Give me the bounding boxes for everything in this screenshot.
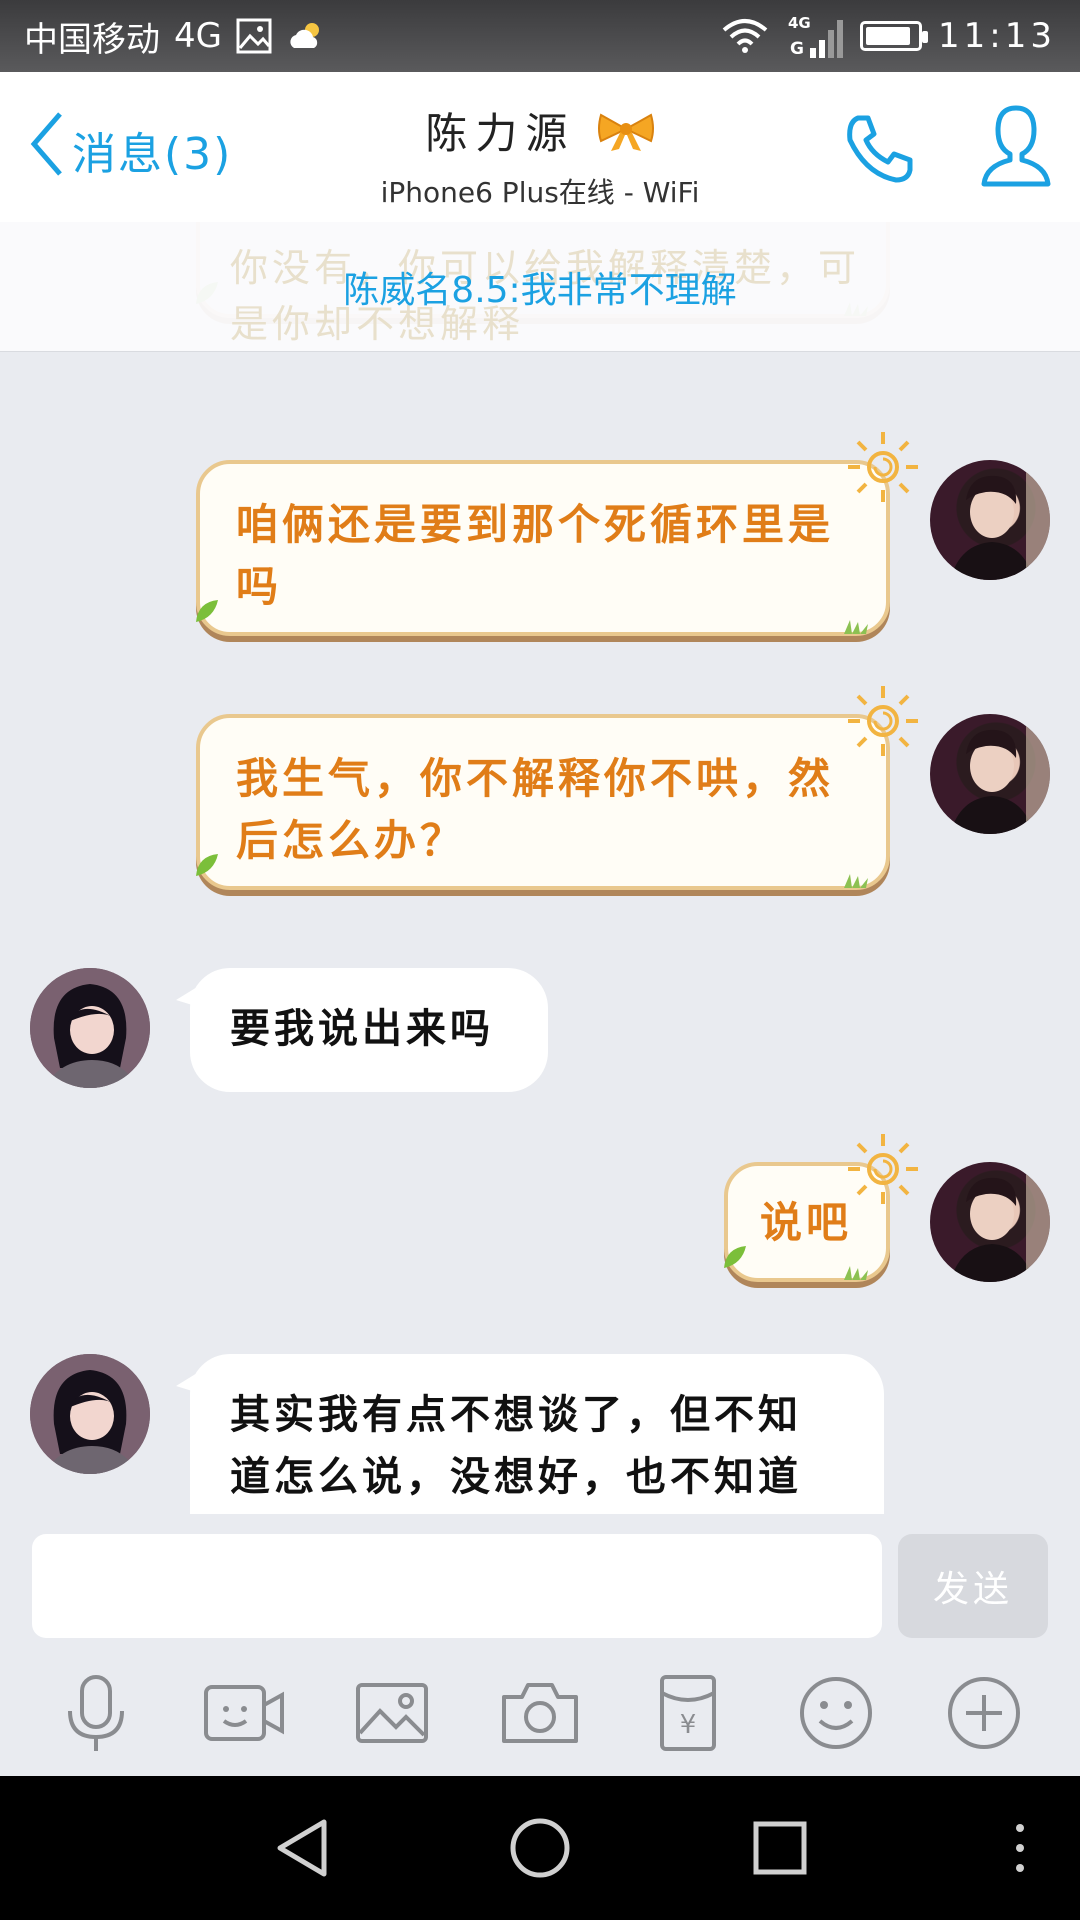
gallery-notification-icon bbox=[236, 18, 272, 54]
phone-call-button[interactable] bbox=[842, 112, 916, 186]
emoji-icon bbox=[800, 1677, 872, 1749]
system-nav-bar bbox=[0, 1776, 1080, 1920]
weather-icon bbox=[286, 18, 326, 54]
nav-home-button[interactable] bbox=[504, 1812, 576, 1884]
network-label: 4G bbox=[174, 16, 222, 56]
title-area[interactable]: 陈力源 iPhone6 Plus在线 - WiFi bbox=[290, 100, 790, 211]
nav-recents-button[interactable] bbox=[744, 1812, 816, 1884]
message-text: 我生气，你不解释你不哄，然后怎么办？ bbox=[236, 754, 835, 865]
carrier-label: 中国移动 bbox=[24, 19, 160, 60]
status-left: 中国移动 4G bbox=[24, 12, 326, 61]
message-bubble-outgoing[interactable]: 咱俩还是要到那个死循环里是吗 bbox=[196, 432, 918, 636]
grass-decoration-icon bbox=[844, 1266, 868, 1280]
banner-text: 陈威名8.5:我非常不理解 bbox=[343, 269, 737, 311]
wifi-icon bbox=[720, 18, 770, 54]
battery-icon bbox=[860, 21, 929, 51]
leaf-decoration-icon bbox=[196, 854, 218, 876]
chat-header: 消息(3) 陈力源 iPhone6 Plus在线 - WiFi bbox=[0, 72, 1080, 222]
avatar-self[interactable] bbox=[30, 1354, 150, 1474]
contact-title: 陈力源 bbox=[290, 100, 790, 163]
svg-text:G: G bbox=[790, 39, 804, 59]
nav-more-button[interactable] bbox=[1000, 1812, 1072, 1884]
avatar-contact[interactable] bbox=[930, 714, 1050, 834]
bow-icon bbox=[597, 111, 655, 163]
voice-button[interactable] bbox=[51, 1668, 141, 1758]
chat-toolbar: ¥ bbox=[0, 1650, 1080, 1776]
leaf-decoration-icon bbox=[196, 600, 218, 622]
more-functions-button[interactable] bbox=[939, 1668, 1029, 1758]
microphone-icon bbox=[68, 1675, 124, 1751]
emoji-button[interactable] bbox=[791, 1668, 881, 1758]
message-bubble-outgoing[interactable]: 说吧 bbox=[724, 1134, 918, 1282]
message-text: 要我说出来吗 bbox=[230, 1006, 494, 1052]
recents-square-icon bbox=[753, 1821, 807, 1875]
video-call-button[interactable] bbox=[199, 1668, 289, 1758]
status-bar: 中国移动 4G 4G G 11:13 bbox=[0, 0, 1080, 72]
image-icon bbox=[356, 1683, 428, 1743]
send-button[interactable]: 发送 bbox=[898, 1534, 1048, 1638]
message-text: 咱俩还是要到那个死循环里是吗 bbox=[236, 500, 835, 611]
nav-back-button[interactable] bbox=[266, 1812, 338, 1884]
red-packet-icon: ¥ bbox=[660, 1675, 716, 1751]
red-packet-button[interactable]: ¥ bbox=[643, 1668, 733, 1758]
message-text: 说吧 bbox=[760, 1198, 853, 1247]
cell-signal-icon: 4G G bbox=[786, 12, 844, 60]
avatar-contact[interactable] bbox=[930, 460, 1050, 580]
svg-text:¥: ¥ bbox=[680, 1710, 697, 1740]
status-right: 4G G 11:13 bbox=[720, 12, 1056, 60]
home-circle-icon bbox=[510, 1818, 570, 1878]
chevron-left-icon bbox=[30, 112, 64, 187]
camera-button[interactable] bbox=[495, 1668, 585, 1758]
more-dots-icon bbox=[1016, 1824, 1024, 1872]
device-status: iPhone6 Plus在线 - WiFi bbox=[380, 175, 700, 209]
profile-button[interactable] bbox=[980, 104, 1052, 188]
camera-icon bbox=[502, 1683, 578, 1743]
message-input[interactable] bbox=[32, 1534, 882, 1638]
sun-decoration-icon bbox=[848, 686, 918, 756]
add-icon bbox=[948, 1677, 1020, 1749]
avatar-self[interactable] bbox=[30, 968, 150, 1088]
grass-decoration-icon bbox=[844, 620, 868, 634]
leaf-decoration-icon bbox=[724, 1246, 746, 1268]
phone-icon bbox=[847, 115, 913, 183]
message-bubble-incoming[interactable]: 要我说出来吗 bbox=[176, 968, 548, 1092]
back-triangle-icon bbox=[277, 1819, 327, 1877]
profile-icon bbox=[981, 105, 1051, 187]
contact-name: 陈力源 bbox=[425, 109, 576, 158]
avatar-contact[interactable] bbox=[930, 1162, 1050, 1282]
chat-area[interactable]: 咱俩还是要到那个死循环里是吗 我生气，你不解释你不哄，然后怎么办？ 要我说出来吗… bbox=[0, 222, 1080, 1514]
input-bar: 发送 bbox=[0, 1514, 1080, 1650]
message-text: 其实我有点不想谈了，但不知道怎么说，没想好，也不知道 bbox=[230, 1392, 802, 1500]
grass-decoration-icon bbox=[844, 874, 868, 888]
clock: 11:13 bbox=[938, 16, 1056, 56]
sun-decoration-icon bbox=[848, 432, 918, 502]
image-button[interactable] bbox=[347, 1668, 437, 1758]
back-button[interactable]: 消息(3) bbox=[30, 112, 232, 187]
message-bubble-incoming[interactable]: 其实我有点不想谈了，但不知道怎么说，没想好，也不知道 bbox=[176, 1354, 884, 1514]
sun-decoration-icon bbox=[848, 1134, 918, 1204]
back-label: 消息(3) bbox=[72, 128, 233, 180]
video-call-icon bbox=[204, 1685, 284, 1741]
new-message-banner[interactable]: 你没有，你可以给我解释清楚，可是你却不想解释 陈威名8.5:我非常不理解 bbox=[0, 222, 1080, 352]
svg-text:4G: 4G bbox=[788, 14, 811, 32]
message-bubble-outgoing[interactable]: 我生气，你不解释你不哄，然后怎么办？ bbox=[196, 686, 918, 890]
